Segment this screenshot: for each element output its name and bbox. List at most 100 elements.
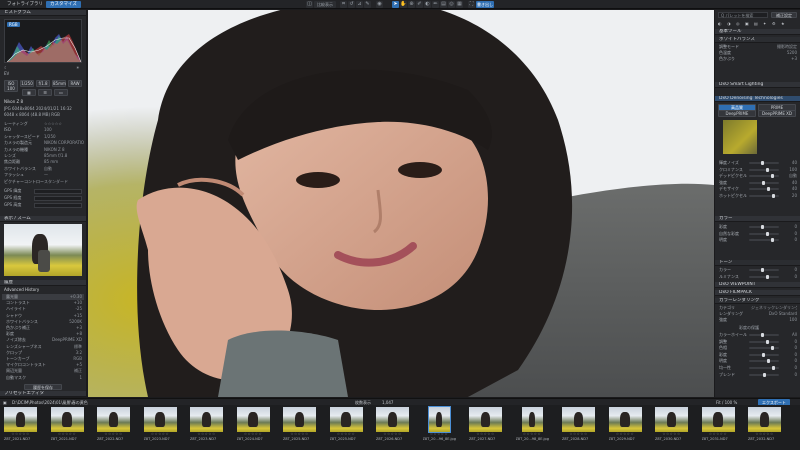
filmstrip-thumbnail[interactable]: ☆☆☆☆☆ Z8T_2025-ND7 (283, 407, 316, 443)
history-item[interactable]: ハイライト -25 (2, 306, 84, 312)
filmstrip-thumbnail[interactable]: ☆☆☆☆☆ Z8T_2021-ND7 (50, 407, 84, 443)
histogram-header[interactable]: ヒストグラム (0, 10, 86, 16)
filmpack-header[interactable]: DxO FILMPACK (715, 290, 800, 296)
slider-knob[interactable] (761, 268, 764, 272)
history-item[interactable]: シャドウ +15 (2, 313, 84, 319)
history-header[interactable]: 履歴 (0, 280, 86, 286)
mode-shutter[interactable]: 1/250 (20, 80, 34, 87)
denoise-header[interactable]: DxO Denoising Technologies (715, 96, 800, 102)
color-header[interactable]: カラー (715, 216, 800, 222)
palette-icon-6[interactable]: ✦ (763, 21, 766, 26)
palette-icon-7[interactable]: ⚙ (772, 21, 776, 26)
eye-icon[interactable]: ◉ (376, 1, 383, 8)
slider-knob[interactable] (771, 346, 774, 351)
navigator-preview[interactable] (4, 224, 82, 276)
slider-knob[interactable] (771, 174, 774, 179)
main-image-viewer[interactable] (88, 10, 714, 397)
filmstrip-thumbnail[interactable]: ☆☆☆☆☆ Z8T_2022-ND7 (97, 407, 130, 443)
param-slider[interactable] (749, 274, 779, 279)
straighten-icon[interactable]: ⊿ (356, 1, 363, 8)
slider-knob[interactable] (761, 225, 764, 229)
thumbnail-image[interactable] (143, 407, 177, 432)
export-top-button[interactable]: 書き出し (476, 1, 494, 8)
gps-field[interactable] (34, 203, 82, 208)
view-list-icon[interactable]: ☰ (38, 89, 52, 96)
compare-icon[interactable]: ◫ (306, 1, 313, 8)
thumbnail-image[interactable] (50, 407, 84, 432)
white-balance-header[interactable]: ホワイトバランス (715, 37, 800, 43)
mode-raw[interactable]: RAW (68, 80, 82, 87)
param-slider[interactable] (749, 366, 779, 370)
thumbnail-image[interactable] (376, 407, 409, 432)
grid-icon[interactable]: ▦ (456, 1, 463, 8)
compare-button[interactable]: 比較表示 (314, 1, 336, 8)
thumbnail-image[interactable] (427, 406, 451, 433)
history-item[interactable]: 彩度 +8 (2, 331, 84, 337)
pointer-icon[interactable]: ➤ (392, 1, 399, 8)
slider-knob[interactable] (766, 339, 769, 344)
param-slider[interactable] (749, 238, 779, 243)
param-slider[interactable] (749, 352, 779, 357)
mode-focal[interactable]: 85mm (52, 80, 66, 87)
crop-icon[interactable]: ⌗ (340, 1, 347, 8)
thumbnail-image[interactable] (655, 407, 688, 432)
slider-knob[interactable] (771, 238, 774, 243)
thumbnail-image[interactable] (283, 407, 316, 432)
slider-knob[interactable] (762, 180, 765, 185)
param-slider[interactable] (749, 167, 779, 172)
param-slider[interactable] (749, 180, 779, 185)
palette-icon-4[interactable]: ▣ (745, 21, 749, 26)
palette-icon-2[interactable]: ◑ (727, 21, 731, 26)
filmstrip-thumbnail[interactable]: ☆☆☆☆☆ Z8T_2021-ND7 (4, 407, 37, 443)
denoise-deepprime-xd[interactable]: DeepPRIME XD (758, 110, 796, 117)
histogram-rgb-tab[interactable]: RGB (7, 22, 20, 27)
control-point-icon[interactable]: ◎ (448, 1, 455, 8)
history-item[interactable]: 露光量 +0.30 (2, 294, 84, 300)
repair-icon[interactable]: ✎ (364, 1, 371, 8)
filmstrip-thumbnail[interactable]: ☆☆☆☆☆ Z8T_2026-ND7 (376, 407, 409, 443)
gradient-icon[interactable]: ▤ (440, 1, 447, 8)
slider-knob[interactable] (766, 231, 769, 236)
filmstrip-thumbnail[interactable]: ☆☆☆☆☆ Z8T_2027-ND7 (469, 407, 502, 443)
filmstrip-thumbnail[interactable]: ☆☆☆☆☆ Z8T_2023-ND7 (143, 407, 177, 443)
slider-knob[interactable] (767, 359, 770, 364)
slider-knob[interactable] (762, 352, 765, 357)
slider-knob[interactable] (761, 333, 764, 337)
filmstrip-thumbnail[interactable]: ☆☆☆☆☆ Z8T_20...98_8E.jpg (516, 407, 549, 443)
slider-knob[interactable] (761, 161, 764, 165)
thumbnail-image[interactable] (701, 407, 735, 432)
filmstrip-thumbnail[interactable]: ☆☆☆☆☆ Z8T_2023-ND7 (190, 407, 223, 443)
basic-tools-header[interactable]: 基本ツール (715, 29, 800, 35)
slider-knob[interactable] (766, 167, 769, 172)
param-slider[interactable] (749, 359, 779, 364)
view-detail-icon[interactable]: ▭ (54, 89, 68, 96)
thumbnail-image[interactable] (748, 407, 781, 432)
history-item[interactable]: トーンカーブ RGB (2, 356, 84, 362)
param-slider[interactable] (749, 346, 779, 351)
thumbnail-image[interactable] (469, 407, 502, 432)
history-item[interactable]: ノイズ除去 DeepPRIME XD (2, 337, 84, 343)
thumbnail-image[interactable] (236, 407, 270, 432)
param-slider[interactable] (749, 161, 779, 165)
slider-knob[interactable] (766, 274, 769, 279)
thumbnail-image[interactable] (4, 407, 37, 432)
preset-button[interactable]: 補正設定 (771, 12, 797, 18)
palette-icon-1[interactable]: ◐ (718, 21, 722, 26)
param-slider[interactable] (749, 231, 779, 236)
filmstrip-thumbnail[interactable]: ☆☆☆☆☆ Z8T_2032-ND7 (748, 407, 781, 443)
sun-icon[interactable]: ☀ (76, 65, 80, 71)
tab-customize[interactable]: カスタマイズ (46, 1, 81, 8)
brush-icon[interactable]: ✏ (432, 1, 439, 8)
history-item[interactable]: 色かぶり補正 +3 (2, 325, 84, 331)
filmstrip-thumbnail[interactable]: ☆☆☆☆☆ Z8T_2029-ND7 (608, 407, 642, 443)
slider-knob[interactable] (772, 366, 775, 370)
denoise-preview[interactable] (723, 120, 757, 154)
palette-icon-8[interactable]: ★ (781, 21, 785, 26)
tab-photo-library[interactable]: フォトライブラリ (3, 1, 47, 8)
param-slider[interactable] (749, 194, 779, 198)
thumbnail-image[interactable] (608, 407, 642, 432)
thumbnail-image[interactable] (521, 407, 543, 432)
slider-knob[interactable] (763, 372, 766, 377)
filmstrip-thumbnail[interactable]: ☆☆☆☆☆ Z8T_20...96_8E.jpg (423, 406, 456, 443)
rotate-icon[interactable]: ↺ (348, 1, 355, 8)
